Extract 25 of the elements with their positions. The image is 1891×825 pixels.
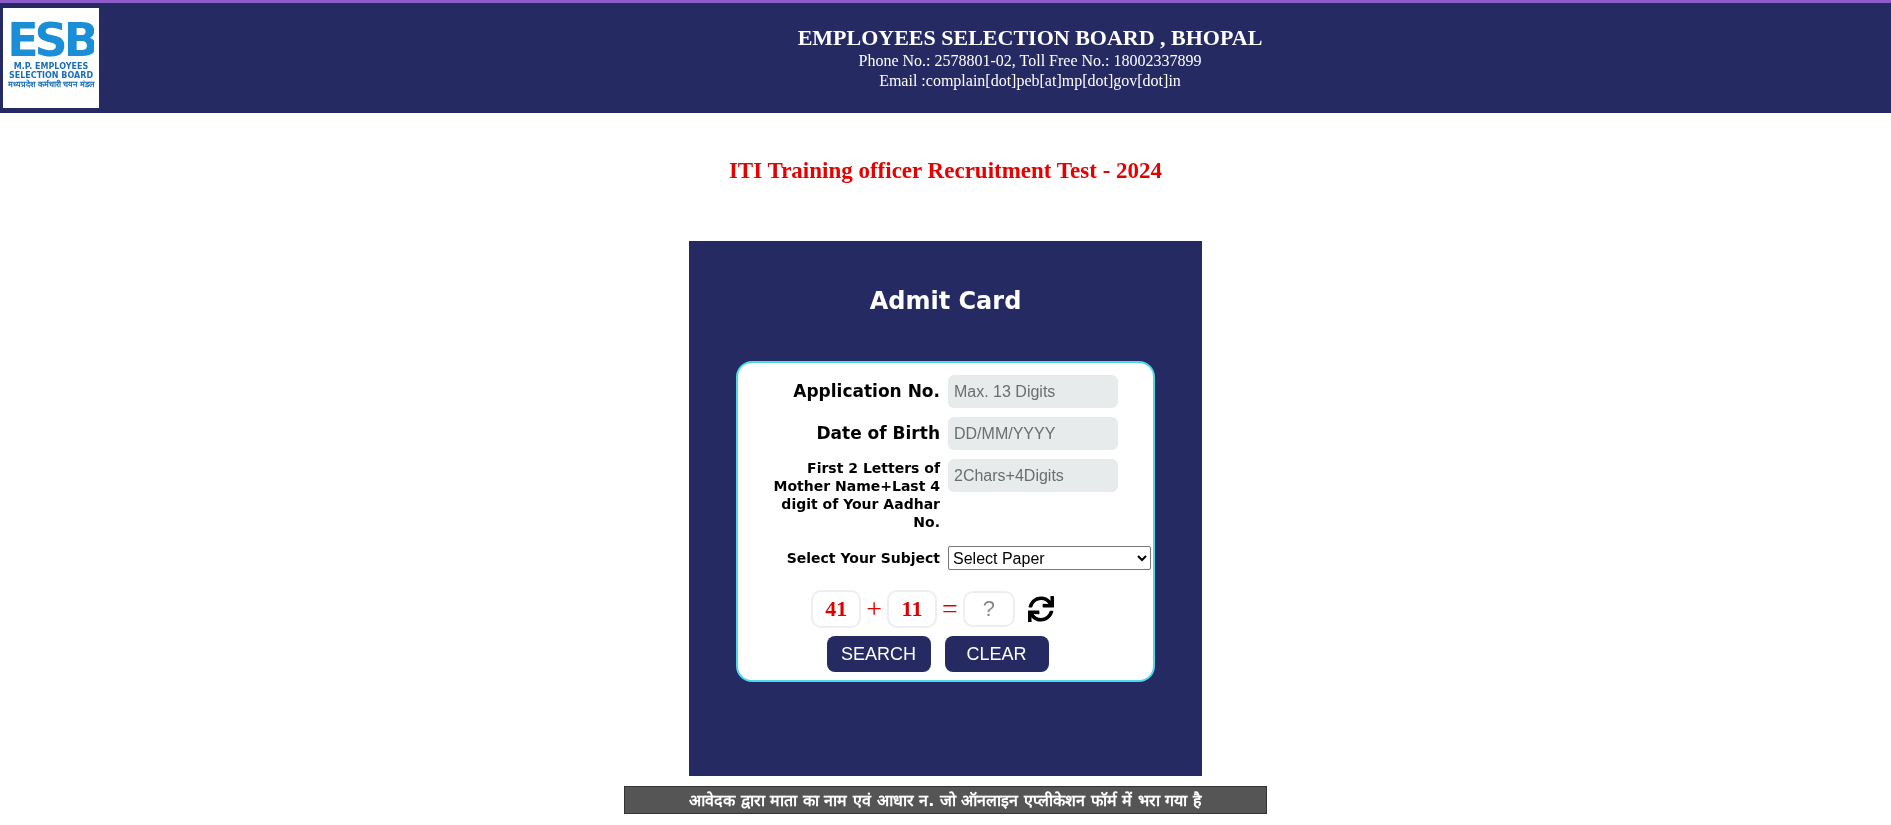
- subject-dropdown[interactable]: Select Paper: [948, 546, 1151, 570]
- phone-text: Phone No.: 2578801-02, Toll Free No.: 18002337899: [858, 51, 1202, 71]
- logo-drawing: ESB: [8, 10, 94, 62]
- board-title: EMPLOYEES SELECTION BOARD , BHOPAL: [797, 25, 1263, 51]
- search-button[interactable]: SEARCH: [826, 636, 931, 672]
- captcha-number: 11: [887, 590, 937, 628]
- refresh-icon[interactable]: [1027, 596, 1054, 622]
- captcha-number: 41: [811, 590, 862, 628]
- text-input[interactable]: 2Chars+4Digits: [948, 459, 1118, 492]
- logo-caption: M.P. EMPLOYEES SELECTION BOARD: [7, 62, 95, 80]
- field-label: Select Your Subject: [785, 549, 940, 567]
- text-input[interactable]: DD/MM/YYYY: [948, 417, 1118, 450]
- plus-sign: +: [866, 593, 882, 625]
- logo-caption: मध्यप्रदेश कर्मचारी चयन मंडल: [7, 80, 95, 89]
- field-label: Application No.: [792, 380, 940, 402]
- text-input[interactable]: Max. 13 Digits: [948, 375, 1118, 408]
- email-text: Email :complain[dot]peb[at]mp[dot]gov[dot]in: [879, 71, 1181, 91]
- panel-title: Admit Card: [869, 287, 1022, 315]
- captcha-answer-input[interactable]: ?: [962, 591, 1015, 627]
- clear-button[interactable]: CLEAR: [944, 636, 1049, 672]
- page-title: ITI Training officer Recruitment Test - 2024: [727, 157, 1164, 185]
- notice-banner: आवेदक द्वारा माता का नाम एवं आधार न. जो ऑनलाइन एप्लीकेशन फॉर्म में भरा गया है: [624, 786, 1267, 814]
- field-label: First 2 Letters of Mother Name+Last 4 digit of Your Aadhar No.: [772, 459, 940, 531]
- field-label: Date of Birth: [815, 422, 940, 444]
- equals-sign: =: [942, 593, 958, 625]
